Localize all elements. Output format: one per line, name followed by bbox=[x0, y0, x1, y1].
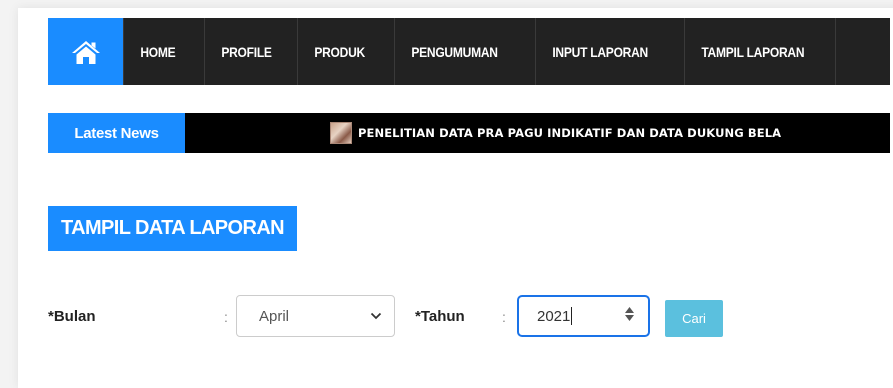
tahun-colon: : bbox=[502, 309, 506, 325]
bulan-select-value: April bbox=[259, 307, 290, 325]
main-navbar: HOME PROFILE PRODUK PENGUMUMAN INPUT LAP… bbox=[48, 18, 890, 85]
nav-item-input-laporan[interactable]: INPUT LAPORAN bbox=[536, 18, 664, 85]
text-caret bbox=[571, 307, 573, 325]
latest-news-label: Latest News bbox=[48, 113, 185, 153]
news-headline-link[interactable]: PENELITIAN DATA PRA PAGU INDIKATIF DAN D… bbox=[358, 126, 781, 140]
bulan-colon: : bbox=[224, 309, 228, 325]
bulan-select[interactable]: April bbox=[236, 295, 395, 337]
tahun-input[interactable]: 2021 bbox=[517, 295, 650, 337]
spin-down-icon[interactable] bbox=[625, 315, 634, 321]
nav-item-produk[interactable]: PRODUK bbox=[298, 18, 381, 85]
home-icon bbox=[71, 40, 100, 64]
nav-item-profile[interactable]: PROFILE bbox=[205, 18, 288, 85]
news-ticker: Latest News PENELITIAN DATA PRA PAGU IND… bbox=[48, 113, 890, 153]
nav-item-tampil-laporan[interactable]: TAMPIL LAPORAN bbox=[685, 18, 821, 85]
tahun-spinner[interactable] bbox=[625, 307, 634, 321]
nav-home-button[interactable] bbox=[48, 18, 124, 85]
tahun-input-value: 2021 bbox=[537, 307, 571, 325]
nav-item-home[interactable]: HOME bbox=[124, 18, 192, 85]
chevron-down-icon bbox=[370, 312, 382, 320]
news-thumbnail[interactable] bbox=[330, 122, 352, 144]
tahun-label: *Tahun bbox=[415, 308, 465, 325]
nav-item-pengumuman[interactable]: PENGUMUMAN bbox=[395, 18, 514, 85]
cari-button[interactable]: Cari bbox=[665, 300, 723, 337]
bulan-label: *Bulan bbox=[48, 308, 96, 325]
spin-up-icon[interactable] bbox=[625, 307, 634, 313]
page-title: TAMPIL DATA LAPORAN bbox=[48, 206, 298, 251]
